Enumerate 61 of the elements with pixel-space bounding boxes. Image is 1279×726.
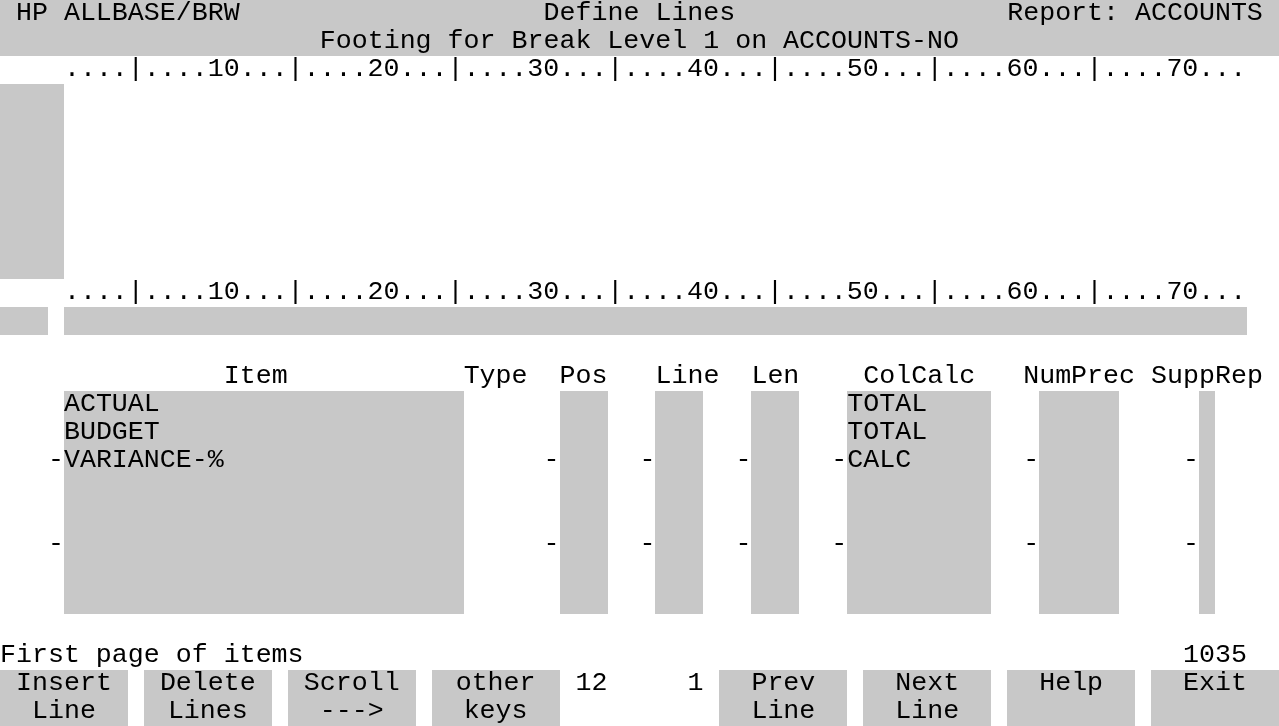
pos-field[interactable] [559,390,608,419]
column-header: Type [463,363,528,391]
supp-rep-field[interactable] [1199,390,1216,419]
row-marker: - [831,446,848,475]
row-marker: - [735,446,752,475]
softkey-button[interactable]: Help [1007,670,1136,726]
column-header: ColCalc [863,363,976,391]
col-calc-field[interactable]: TOTAL [847,418,992,447]
row-marker: - [735,530,752,559]
report-name: Report: ACCOUNTS [1007,0,1263,28]
row-marker: - [1183,446,1200,475]
ruler: ....|....10...|....20...|....30...|....40...|....50...|....60...|....70... [63,55,1247,84]
column-header: SuppRep [1151,363,1263,391]
screen-title: Define Lines [543,0,736,28]
ruler: ....|....10...|....20...|....30...|....40...|....50...|....60...|....70... [63,279,1247,308]
softkey-button[interactable]: other keys [431,670,560,726]
item-field[interactable] [63,586,464,615]
column-header: Pos [559,363,608,391]
softkey-button[interactable]: Insert Line [0,670,128,726]
input-field[interactable] [0,83,64,280]
len-field[interactable] [751,390,800,419]
item-field[interactable]: ACTUAL [63,390,464,419]
subtitle: Footing for Break Level 1 on ACCOUNTS-NO [319,27,959,56]
row-marker: - [1023,446,1040,475]
softkey-button[interactable]: Next Line [863,670,992,726]
product-name: HP ALLBASE/BRW [16,0,240,28]
input-field[interactable] [0,307,48,336]
count-number: 1035 [1183,642,1247,671]
row-marker: - [543,530,560,559]
row-marker: - [831,530,848,559]
row-marker: - [47,446,64,475]
item-field[interactable]: VARIANCE-% [63,446,464,475]
row-marker: - [543,446,560,475]
softkey-button[interactable]: Prev Line [719,670,848,726]
row-marker: - [1183,530,1200,559]
len-field[interactable] [751,586,800,615]
item-field[interactable]: BUDGET [63,418,464,447]
column-header: Item [223,363,288,391]
number-readout: 1 [687,670,704,699]
col-calc-field[interactable] [847,586,992,615]
input-field[interactable] [63,307,1247,336]
row-marker: - [47,530,64,559]
softkey-button[interactable]: Delete Lines [143,670,272,726]
supp-rep-field[interactable] [1199,586,1216,615]
num-prec-field[interactable] [1039,390,1120,419]
column-header: Len [751,363,800,391]
column-header: NumPrec [1023,363,1136,391]
col-calc-field[interactable]: CALC [847,446,992,475]
softkey-button[interactable]: Exit [1151,670,1279,726]
softkey-button[interactable]: Scroll ---> [287,670,416,726]
status-message: First page of items [0,642,304,671]
number-readout: 12 [575,670,608,699]
line-field[interactable] [655,586,704,615]
col-calc-field[interactable]: TOTAL [847,390,992,419]
row-marker: - [639,530,656,559]
column-header: Line [655,363,720,391]
num-prec-field[interactable] [1039,586,1120,615]
line-field[interactable] [655,390,704,419]
row-marker: - [639,446,656,475]
pos-field[interactable] [559,586,608,615]
row-marker: - [1023,530,1040,559]
